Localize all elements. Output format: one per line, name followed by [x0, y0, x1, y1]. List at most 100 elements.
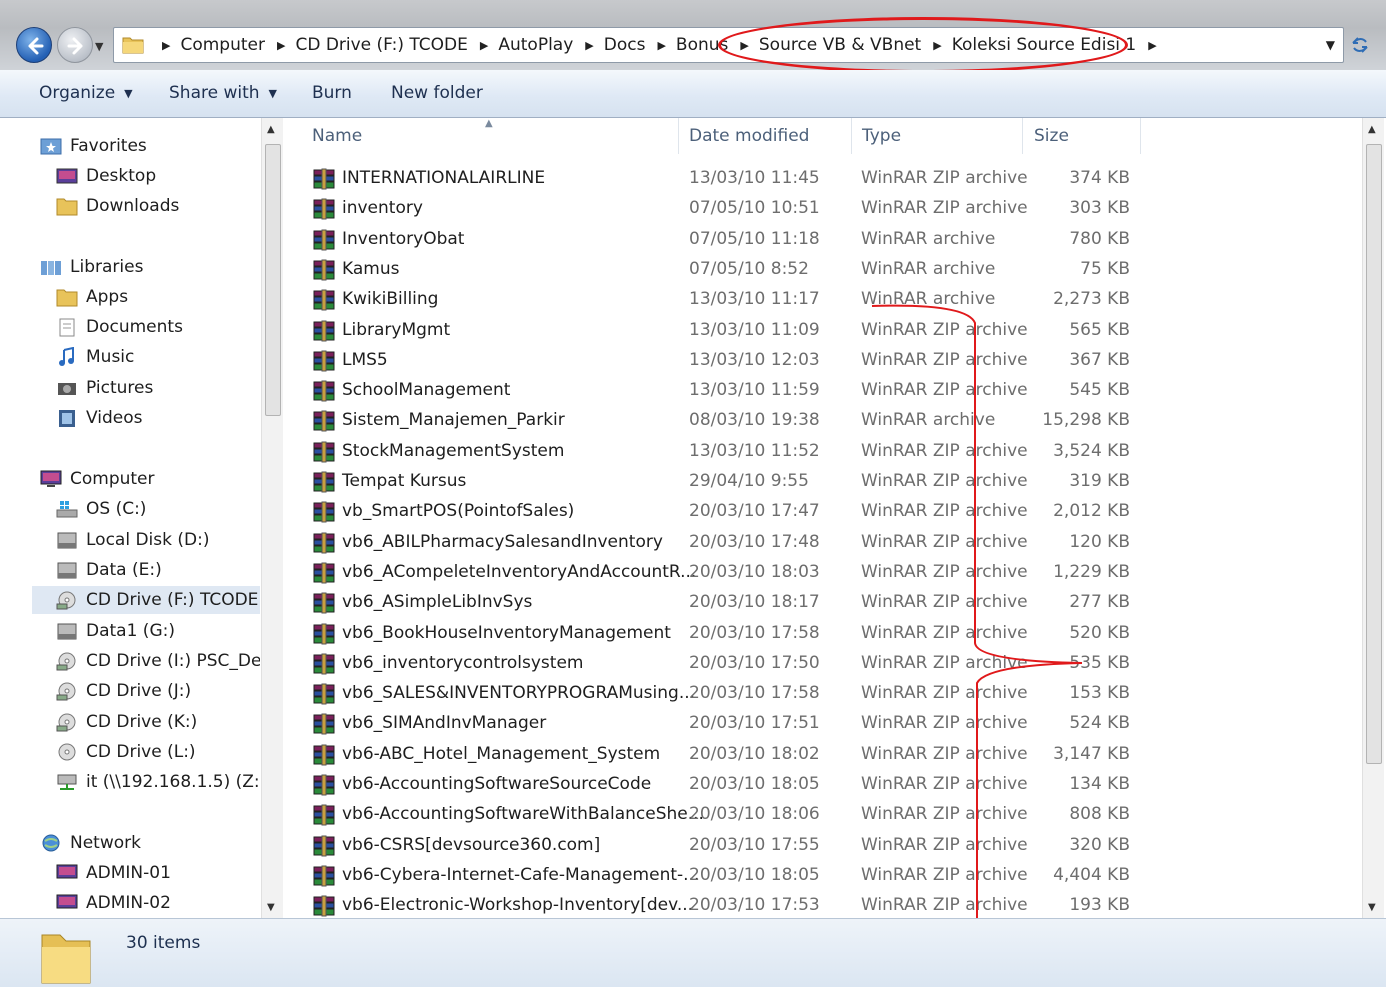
nav-label: Videos: [86, 408, 143, 428]
scroll-up-icon[interactable]: ▲: [1368, 124, 1376, 135]
column-divider[interactable]: [1140, 118, 1141, 154]
crumb-cd-drive-f[interactable]: CD Drive (F:) TCODE: [295, 35, 467, 55]
chevron-right-icon[interactable]: ▶: [657, 39, 665, 52]
scroll-down-icon[interactable]: ▼: [1368, 902, 1376, 913]
file-size: 1,229 KB: [1053, 561, 1130, 582]
column-divider[interactable]: [1022, 118, 1023, 154]
nav-apps[interactable]: Apps: [56, 283, 128, 311]
burn-button[interactable]: Burn: [312, 83, 352, 103]
chevron-right-icon[interactable]: ▶: [585, 39, 593, 52]
file-row[interactable]: vb6-ABC_Hotel_Management_System 20/03/10 …: [287, 739, 1362, 769]
crumb-bonus[interactable]: Bonus: [676, 35, 728, 55]
file-row[interactable]: INTERNATIONALAIRLINE 13/03/10 11:45 WinRAR…: [287, 163, 1362, 193]
file-date-modified: 20/03/10 17:50: [689, 652, 820, 673]
chevron-right-icon[interactable]: ▶: [162, 39, 170, 52]
column-header-type[interactable]: Type: [862, 126, 901, 146]
column-header-date[interactable]: Date modified: [689, 126, 809, 146]
nav-scrollbar[interactable]: ▲ ▼: [261, 118, 283, 918]
nav-videos[interactable]: Videos: [56, 404, 143, 432]
file-row[interactable]: vb6-Electronic-Workshop-Inventory[dev...…: [287, 890, 1362, 918]
file-row[interactable]: vb6-Cybera-Internet-Cafe-Management-... 2…: [287, 860, 1362, 890]
file-row[interactable]: vb6_inventorycontrolsystem 20/03/10 17:50…: [287, 648, 1362, 678]
nav-admin-02[interactable]: ADMIN-02: [56, 889, 171, 917]
file-row[interactable]: InventoryObat 07/05/10 11:18 WinRAR archiv…: [287, 224, 1362, 254]
nav-pictures[interactable]: Pictures: [56, 374, 153, 402]
file-row[interactable]: vb6_BookHouseInventoryManagement 20/03/10…: [287, 618, 1362, 648]
nav-drive-i[interactable]: CD Drive (I:) PSC_Delph: [56, 647, 260, 675]
chevron-right-icon[interactable]: ▶: [933, 39, 941, 52]
file-row[interactable]: Tempat Kursus 29/04/10 9:55 WinRAR ZIP arc…: [287, 466, 1362, 496]
nav-network[interactable]: Network: [40, 829, 141, 857]
nav-downloads[interactable]: Downloads: [56, 192, 179, 220]
recent-pages-dropdown[interactable]: ▼: [95, 40, 103, 53]
file-row[interactable]: vb6-AccountingSoftwareWithBalanceShe... 2…: [287, 799, 1362, 829]
share-with-button[interactable]: Share with ▼: [169, 83, 277, 103]
organize-button[interactable]: Organize ▼: [39, 83, 133, 103]
chevron-right-icon[interactable]: ▶: [740, 39, 748, 52]
nav-desktop[interactable]: Desktop: [56, 162, 156, 190]
crumb-koleksi[interactable]: Koleksi Source Edisi 1: [952, 35, 1137, 55]
back-button[interactable]: [16, 27, 52, 63]
nav-drive-z[interactable]: it (\\192.168.1.5) (Z:): [56, 768, 260, 796]
nav-music[interactable]: Music: [56, 343, 134, 371]
file-type: WinRAR ZIP archive: [861, 198, 1028, 219]
file-row[interactable]: vb6_SIMAndInvManager 20/03/10 17:51 WinRAR…: [287, 708, 1362, 738]
refresh-button[interactable]: [1344, 27, 1376, 63]
file-row[interactable]: Kamus 07/05/10 8:52 WinRAR archive 75 KB: [287, 254, 1362, 284]
file-row[interactable]: LibraryMgmt 13/03/10 11:09 WinRAR ZIP arch…: [287, 315, 1362, 345]
nav-drive-g[interactable]: Data1 (G:): [56, 617, 175, 645]
crumb-docs[interactable]: Docs: [604, 35, 646, 55]
nav-drive-c[interactable]: OS (C:): [56, 495, 146, 523]
nav-scrollbar-thumb[interactable]: [265, 144, 281, 416]
nav-admin-01[interactable]: ADMIN-01: [56, 859, 171, 887]
file-row[interactable]: inventory 07/05/10 10:51 WinRAR ZIP archiv…: [287, 193, 1362, 223]
address-history-dropdown[interactable]: ▼: [1326, 38, 1335, 52]
column-header-size[interactable]: Size: [1034, 126, 1069, 146]
scroll-up-icon[interactable]: ▲: [267, 124, 275, 135]
file-row[interactable]: vb6_ABILPharmacySalesandInventory 20/03/1…: [287, 527, 1362, 557]
file-row[interactable]: SchoolManagement 13/03/10 11:59 WinRAR ZIP…: [287, 375, 1362, 405]
file-date-modified: 13/03/10 11:09: [689, 319, 820, 340]
file-row[interactable]: vb6-AccountingSoftwareSourceCode 20/03/10…: [287, 769, 1362, 799]
crumb-source-vb[interactable]: Source VB & VBnet: [759, 35, 921, 55]
chevron-right-icon[interactable]: ▶: [277, 39, 285, 52]
nav-favorites[interactable]: Favorites: [40, 132, 147, 160]
documents-icon: [59, 318, 75, 337]
file-row[interactable]: vb6_ASimpleLibInvSys 20/03/10 18:17 WinRAR…: [287, 587, 1362, 617]
chevron-right-icon[interactable]: ▶: [480, 39, 488, 52]
nav-documents[interactable]: Documents: [56, 313, 183, 341]
file-row[interactable]: StockManagementSystem 13/03/10 11:52 WinRA…: [287, 436, 1362, 466]
nav-drive-f[interactable]: CD Drive (F:) TCODE: [32, 586, 260, 614]
column-divider[interactable]: [678, 118, 679, 154]
nav-computer[interactable]: Computer: [40, 465, 155, 493]
nav-libraries[interactable]: Libraries: [40, 253, 143, 281]
nav-drive-k[interactable]: CD Drive (K:): [56, 708, 197, 736]
file-row[interactable]: LMS5 13/03/10 12:03 WinRAR ZIP archive 367 …: [287, 345, 1362, 375]
file-row[interactable]: vb6_ACompeleteInventoryAndAccountR... 20/…: [287, 557, 1362, 587]
nav-drive-j[interactable]: CD Drive (J:): [56, 677, 191, 705]
file-row[interactable]: vb6-CSRS[devsource360.com] 20/03/10 17:55…: [287, 830, 1362, 860]
file-row[interactable]: vb_SmartPOS(PointofSales) 20/03/10 17:47 W…: [287, 496, 1362, 526]
scroll-down-icon[interactable]: ▼: [267, 902, 275, 913]
file-date-modified: 20/03/10 18:06: [689, 804, 820, 825]
file-date-modified: 20/03/10 18:05: [689, 774, 820, 794]
chevron-right-icon[interactable]: ▶: [1148, 39, 1156, 52]
forward-button[interactable]: [57, 27, 93, 63]
crumb-autoplay[interactable]: AutoPlay: [498, 35, 573, 55]
file-row[interactable]: KwikiBilling 13/03/10 11:17 WinRAR archive…: [287, 284, 1362, 314]
file-list-scrollbar[interactable]: ▲ ▼: [1362, 118, 1384, 918]
file-list-scrollbar-thumb[interactable]: [1366, 144, 1382, 764]
column-header-name[interactable]: Name: [312, 126, 362, 146]
crumb-computer[interactable]: Computer: [180, 35, 265, 55]
file-name: StockManagementSystem: [342, 440, 565, 461]
file-row[interactable]: vb6_SALES&INVENTORYPROGRAMusing... 20/03/…: [287, 678, 1362, 708]
nav-drive-e[interactable]: Data (E:): [56, 556, 162, 584]
new-folder-button[interactable]: New folder: [391, 83, 483, 103]
file-row[interactable]: Sistem_Manajemen_Parkir 08/03/10 19:38 Win…: [287, 405, 1362, 435]
address-bar[interactable]: ▶ Computer ▶ CD Drive (F:) TCODE ▶ AutoP…: [113, 27, 1344, 63]
nav-drive-l[interactable]: CD Drive (L:): [56, 738, 196, 766]
arrow-left-icon: [28, 37, 44, 55]
column-divider[interactable]: [851, 118, 852, 154]
file-name: vb6_ASimpleLibInvSys: [342, 592, 533, 613]
nav-drive-d[interactable]: Local Disk (D:): [56, 526, 209, 554]
